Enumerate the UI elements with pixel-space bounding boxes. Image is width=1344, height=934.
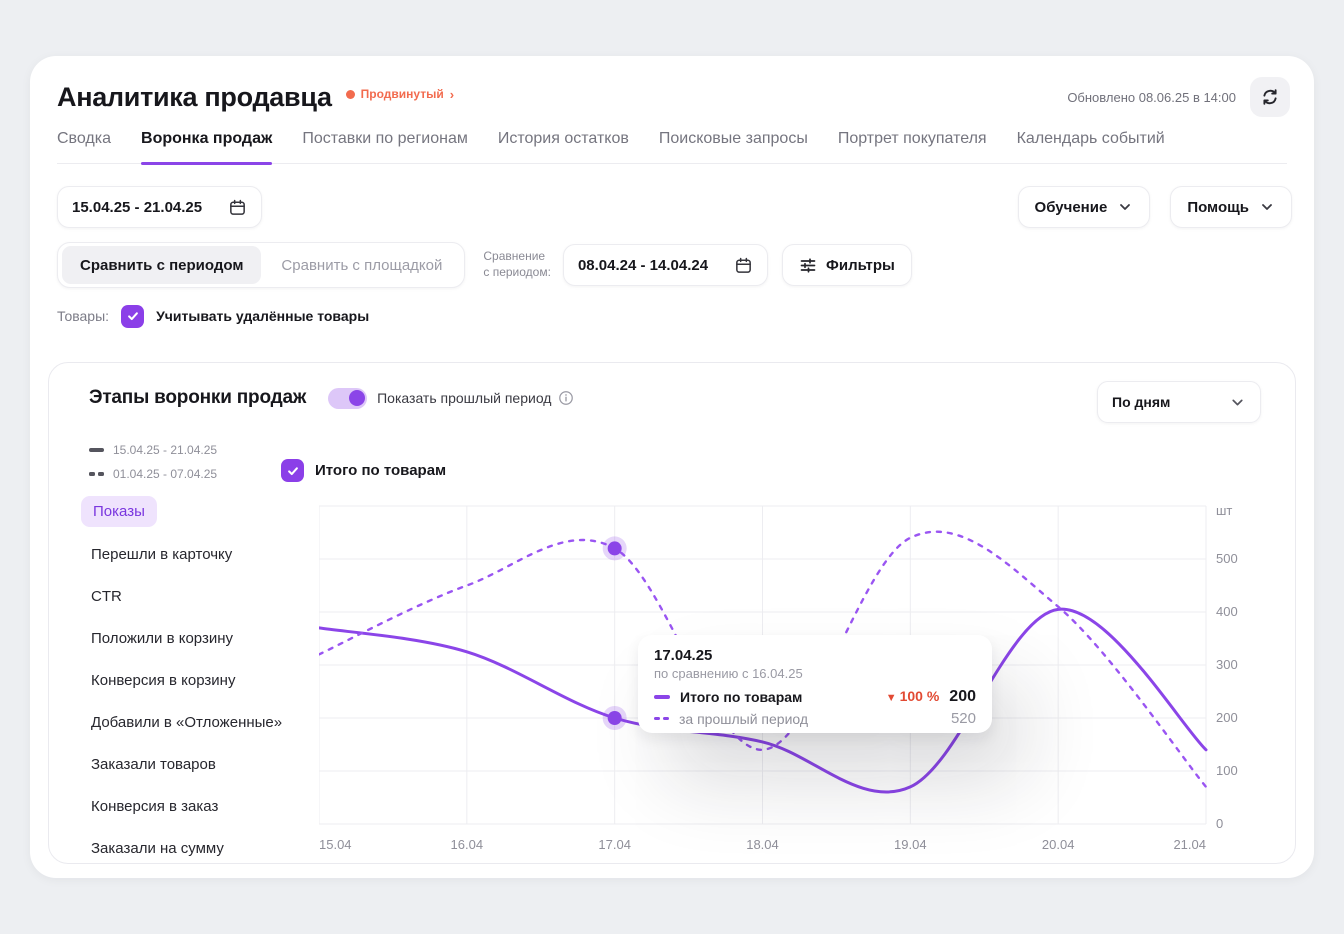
funnel-stages-card: Этапы воронки продаж Показать прошлый пе…: [48, 362, 1296, 864]
total-by-products-row: Итого по товарам: [281, 459, 446, 482]
total-by-products-label: Итого по товарам: [315, 462, 446, 479]
compare-with-platform-segment[interactable]: Сравнить с площадкой: [263, 246, 460, 284]
stage-pereshli-v-kartochku[interactable]: Перешли в карточку: [81, 533, 301, 575]
legend-previous-period: 01.04.25 - 07.04.25: [89, 467, 217, 481]
total-by-products-checkbox[interactable]: [281, 459, 304, 482]
include-deleted-checkbox[interactable]: [121, 305, 144, 328]
granularity-value: По дням: [1112, 394, 1170, 410]
updated-timestamp: Обновлено 08.06.25 в 14:00: [1067, 90, 1236, 105]
products-filter-row: Товары: Учитывать удалённые товары: [57, 304, 369, 328]
tooltip-row-current: Итого по товарам ▼100 % 200: [654, 688, 976, 706]
y-axis-tick-label: 500: [1216, 551, 1238, 566]
tab-voronka-prodazh[interactable]: Воронка продаж: [141, 130, 272, 163]
y-axis-tick-label: 400: [1216, 604, 1238, 619]
tooltip-current-value: 200: [949, 688, 976, 706]
tab-portret-pokupatelya[interactable]: Портрет покупателя: [838, 130, 987, 163]
tab-poiskovye-zaprosy[interactable]: Поисковые запросы: [659, 130, 808, 163]
x-axis-tick-label: 18.04: [746, 837, 779, 852]
period-date-input[interactable]: 15.04.25 - 21.04.25: [57, 186, 262, 228]
plan-badge[interactable]: Продвинутый ›: [346, 87, 454, 102]
chart-tooltip: 17.04.25 по сравнению с 16.04.25 Итого п…: [638, 635, 992, 733]
info-icon[interactable]: [558, 390, 574, 406]
period-date-value: 15.04.25 - 21.04.25: [72, 199, 202, 216]
filters-button[interactable]: Фильтры: [782, 244, 912, 286]
page-title: Аналитика продавца: [57, 82, 332, 113]
data-point-marker-solid[interactable]: [608, 711, 622, 725]
tooltip-previous-value: 520: [951, 710, 976, 727]
tab-svodka[interactable]: Сводка: [57, 130, 111, 163]
calendar-icon: [228, 198, 247, 217]
dashed-line-swatch-icon: [654, 717, 669, 721]
x-axis-tick-label: 19.04: [894, 837, 927, 852]
x-axis-tick-label: 21.04: [1173, 837, 1206, 852]
filters-icon: [799, 256, 817, 274]
stage-pokazy[interactable]: Показы: [81, 496, 157, 527]
tab-kalendar-sobytiy[interactable]: Календарь событий: [1017, 130, 1165, 163]
y-axis-tick-label: 0: [1216, 816, 1223, 831]
funnel-stage-list: Показы Перешли в карточку CTR Положили в…: [81, 491, 301, 869]
stage-zakazali-tovarov[interactable]: Заказали товаров: [81, 743, 301, 785]
stage-konversiya-v-zakaz[interactable]: Конверсия в заказ: [81, 785, 301, 827]
main-card: Аналитика продавца Продвинутый › Обновле…: [30, 56, 1314, 878]
chevron-right-icon: ›: [450, 87, 454, 102]
legend-current-period: 15.04.25 - 21.04.25: [89, 443, 217, 457]
y-axis-tick-label: 300: [1216, 657, 1238, 672]
badge-dot-icon: [346, 90, 355, 99]
refresh-icon: [1260, 87, 1280, 107]
tooltip-row-previous: за прошлый период 520: [654, 710, 976, 727]
stage-dobavili-v-otlozhennye[interactable]: Добавили в «Отложенные»: [81, 701, 301, 743]
tab-istoriya-ostatkov[interactable]: История остатков: [498, 130, 629, 163]
refresh-button[interactable]: [1250, 77, 1290, 117]
tabs: Сводка Воронка продаж Поставки по регион…: [57, 130, 1287, 164]
tooltip-date: 17.04.25: [654, 647, 976, 664]
x-axis-tick-label: 16.04: [451, 837, 484, 852]
chart-legend: 15.04.25 - 21.04.25 01.04.25 - 07.04.25: [89, 443, 217, 481]
help-menu-button[interactable]: Помощь: [1170, 186, 1292, 228]
seller-analytics-page: { "header": { "title": "Аналитика продав…: [0, 0, 1344, 934]
chevron-down-icon: [1259, 199, 1275, 215]
delta-badge: ▼100 %: [886, 688, 940, 704]
compare-with-period-segment[interactable]: Сравнить с периодом: [62, 246, 261, 284]
solid-line-swatch-icon: [89, 448, 104, 452]
show-previous-period-toggle[interactable]: [328, 388, 367, 409]
badge-label: Продвинутый: [361, 87, 444, 101]
x-axis-tick-label: 15.04: [319, 837, 352, 852]
tooltip-compare-text: по сравнению с 16.04.25: [654, 666, 976, 681]
filter-row-period: 15.04.25 - 21.04.25 Обучение Помощь: [57, 186, 1292, 228]
y-axis-unit-label: шт: [1216, 503, 1232, 518]
comparison-period-label: Сравнение с периодом:: [483, 249, 551, 280]
funnel-card-header: Этапы воронки продаж Показать прошлый пе…: [89, 387, 574, 409]
chevron-down-icon: [1229, 394, 1246, 411]
granularity-select[interactable]: По дням: [1097, 381, 1261, 423]
stage-konversiya-v-korzinu[interactable]: Конверсия в корзину: [81, 659, 301, 701]
stage-polozhili-v-korzinu[interactable]: Положили в корзину: [81, 617, 301, 659]
data-point-marker-dashed[interactable]: [608, 541, 622, 555]
training-menu-button[interactable]: Обучение: [1018, 186, 1151, 228]
filter-row-compare: Сравнить с периодом Сравнить с площадкой…: [57, 242, 912, 288]
y-axis-tick-label: 100: [1216, 763, 1238, 778]
training-label: Обучение: [1035, 199, 1108, 216]
tab-postavki-po-regionam[interactable]: Поставки по регионам: [302, 130, 468, 163]
triangle-down-icon: ▼: [886, 692, 897, 704]
solid-line-swatch-icon: [654, 695, 670, 699]
comparison-date-value: 08.04.24 - 14.04.24: [578, 257, 708, 274]
help-label: Помощь: [1187, 199, 1249, 216]
y-axis-tick-label: 200: [1216, 710, 1238, 725]
stage-zakazali-na-summu[interactable]: Заказали на сумму: [81, 827, 301, 869]
calendar-icon: [734, 256, 753, 275]
filters-label: Фильтры: [826, 257, 895, 274]
x-axis-tick-label: 17.04: [598, 837, 631, 852]
products-label: Товары:: [57, 308, 109, 324]
compare-segmented-control: Сравнить с периодом Сравнить с площадкой: [57, 242, 465, 288]
comparison-date-input[interactable]: 08.04.24 - 14.04.24: [563, 244, 768, 286]
header: Аналитика продавца Продвинутый › Обновле…: [57, 76, 1290, 118]
toggle-knob: [349, 390, 365, 406]
stage-ctr[interactable]: CTR: [81, 575, 301, 617]
include-deleted-label: Учитывать удалённые товары: [156, 308, 369, 324]
dashed-line-swatch-icon: [89, 472, 104, 476]
chevron-down-icon: [1117, 199, 1133, 215]
funnel-card-title: Этапы воронки продаж: [89, 387, 306, 409]
x-axis-tick-label: 20.04: [1042, 837, 1075, 852]
toggle-label: Показать прошлый период: [377, 390, 551, 406]
